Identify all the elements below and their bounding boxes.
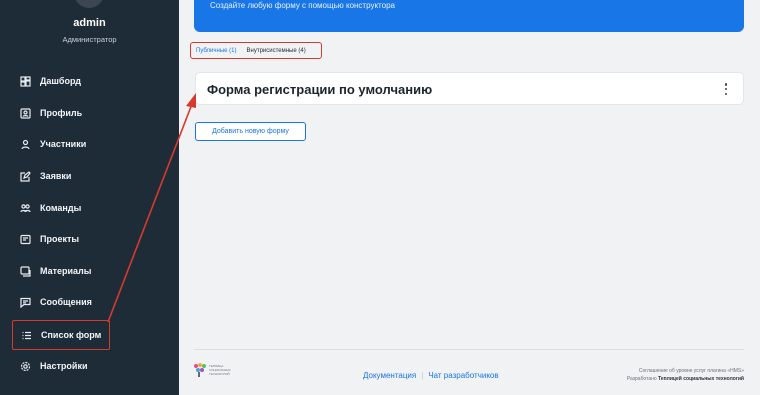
sidebar-item-messages[interactable]: Сообщения: [12, 287, 110, 317]
team-icon: [19, 202, 31, 214]
sidebar-item-profile[interactable]: Профиль: [12, 98, 110, 128]
info-banner: Создайте любую форму с помощью конструкт…: [194, 0, 744, 32]
logo-text: ТЕПЛИЦА СОЦИАЛЬНЫХ ТЕХНОЛОГИЙ: [209, 364, 231, 376]
sidebar: admin Администратор Дашборд Профиль Учас…: [0, 0, 179, 395]
made-by-org[interactable]: Теплицей социальных технологий: [658, 376, 744, 382]
sidebar-item-teams[interactable]: Команды: [12, 193, 110, 223]
form-tabs: Публичные (1) Внутрисистемные (4): [190, 42, 322, 59]
sidebar-item-label: Дашборд: [40, 76, 81, 86]
form-title[interactable]: Форма регистрации по умолчанию: [207, 82, 432, 97]
sidebar-item-label: Настройки: [40, 361, 88, 371]
list-icon: [20, 329, 32, 341]
sidebar-item-participants[interactable]: Участники: [12, 129, 110, 159]
profile-icon: [19, 107, 31, 119]
more-options-icon[interactable]: [723, 81, 729, 97]
user-name: admin: [73, 17, 106, 29]
footer-credits: Соглашение об уровне услуг плагина «HMS»…: [627, 367, 744, 383]
gear-icon: [19, 360, 31, 372]
sidebar-item-label: Заявки: [40, 171, 72, 181]
sidebar-item-requests[interactable]: Заявки: [12, 161, 110, 191]
sidebar-item-label: Материалы: [40, 266, 92, 276]
user-icon: [19, 138, 31, 150]
dashboard-icon: [19, 75, 31, 87]
sidebar-item-label: Участники: [40, 139, 87, 149]
footer-links: Документация | Чат разработчиков: [363, 371, 499, 380]
form-card[interactable]: Форма регистрации по умолчанию: [195, 72, 744, 105]
tab-public[interactable]: Публичные (1): [196, 48, 237, 54]
docs-link[interactable]: Документация: [363, 371, 416, 380]
sidebar-item-projects[interactable]: Проекты: [12, 224, 110, 254]
made-by: Разработано Теплицей социальных технолог…: [627, 375, 744, 383]
materials-icon: [19, 265, 31, 277]
sidebar-item-settings[interactable]: Настройки: [12, 351, 110, 381]
sidebar-item-form-list[interactable]: Список форм: [12, 320, 110, 350]
logo-icon: [194, 363, 206, 377]
sidebar-item-label: Список форм: [41, 330, 102, 340]
dev-chat-link[interactable]: Чат разработчиков: [428, 371, 498, 380]
footer-separator: |: [421, 371, 424, 380]
footer-logo[interactable]: ТЕПЛИЦА СОЦИАЛЬНЫХ ТЕХНОЛОГИЙ: [194, 363, 237, 377]
edit-icon: [19, 170, 31, 182]
avatar[interactable]: [74, 0, 104, 8]
sidebar-item-label: Профиль: [40, 108, 83, 118]
sidebar-item-materials[interactable]: Материалы: [12, 256, 110, 286]
message-icon: [19, 296, 31, 308]
sidebar-item-dashboard[interactable]: Дашборд: [12, 66, 110, 96]
sidebar-item-label: Команды: [40, 203, 82, 213]
sidebar-item-label: Проекты: [40, 234, 80, 244]
footer-divider: [194, 349, 744, 350]
made-by-prefix: Разработано: [626, 376, 657, 382]
tab-internal[interactable]: Внутрисистемные (4): [247, 48, 306, 54]
projects-icon: [19, 233, 31, 245]
sla-link[interactable]: Соглашение об уровне услуг плагина «HMS»: [627, 367, 744, 375]
user-role: Администратор: [62, 35, 117, 44]
banner-text: Создайте любую форму с помощью конструкт…: [210, 1, 395, 10]
add-form-button[interactable]: Добавить новую форму: [195, 122, 306, 141]
sidebar-item-label: Сообщения: [40, 297, 92, 307]
